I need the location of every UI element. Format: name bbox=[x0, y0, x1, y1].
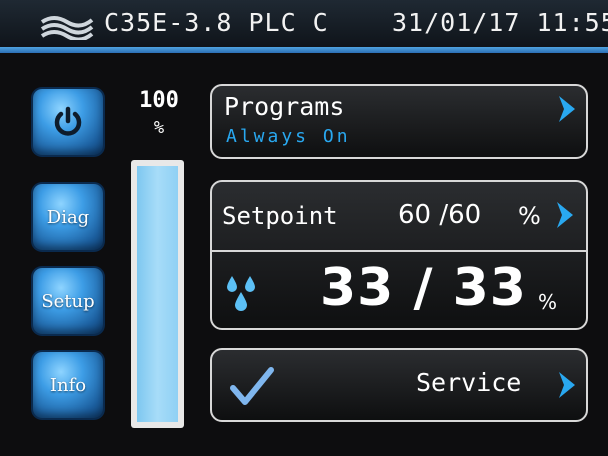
power-button[interactable] bbox=[33, 89, 103, 155]
setup-button[interactable]: Setup bbox=[33, 268, 103, 334]
waves-logo-icon bbox=[40, 16, 94, 40]
level-bar bbox=[131, 160, 184, 428]
setpoint-divider bbox=[212, 250, 586, 252]
service-panel[interactable]: Service bbox=[210, 348, 588, 422]
setpoint-panel[interactable]: Setpoint 60 /60 % 33 / 33 % bbox=[210, 180, 588, 330]
checkmark-icon bbox=[230, 367, 274, 405]
status-bar: C35E-3.8 PLC C 31/01/17 11:55 bbox=[0, 0, 608, 47]
model-name: C35E-3.8 PLC C bbox=[104, 8, 329, 37]
level-percent-unit: % bbox=[153, 118, 165, 138]
water-drops-icon bbox=[227, 276, 255, 311]
setpoint-unit: % bbox=[518, 202, 541, 230]
date-time: 31/01/17 11:55 bbox=[392, 8, 608, 37]
chevron-right-icon bbox=[559, 372, 575, 398]
level-track bbox=[137, 166, 178, 422]
service-label: Service bbox=[416, 368, 522, 397]
programs-mode: Always On bbox=[226, 126, 351, 147]
level-fill bbox=[137, 166, 178, 422]
current-output-unit: % bbox=[538, 290, 558, 314]
info-button[interactable]: Info bbox=[33, 352, 103, 418]
chevron-right-icon bbox=[557, 202, 573, 228]
programs-panel[interactable]: Programs Always On bbox=[210, 84, 588, 159]
level-percent-value: 100 bbox=[139, 88, 179, 113]
current-output-value: 33 / 33 bbox=[320, 258, 527, 318]
header-divider bbox=[0, 47, 608, 53]
power-icon bbox=[54, 106, 82, 136]
programs-title: Programs bbox=[224, 92, 345, 121]
setpoint-value: 60 /60 bbox=[398, 200, 482, 230]
chevron-right-icon bbox=[559, 96, 575, 122]
diag-button[interactable]: Diag bbox=[33, 184, 103, 250]
setpoint-label: Setpoint bbox=[222, 202, 338, 230]
